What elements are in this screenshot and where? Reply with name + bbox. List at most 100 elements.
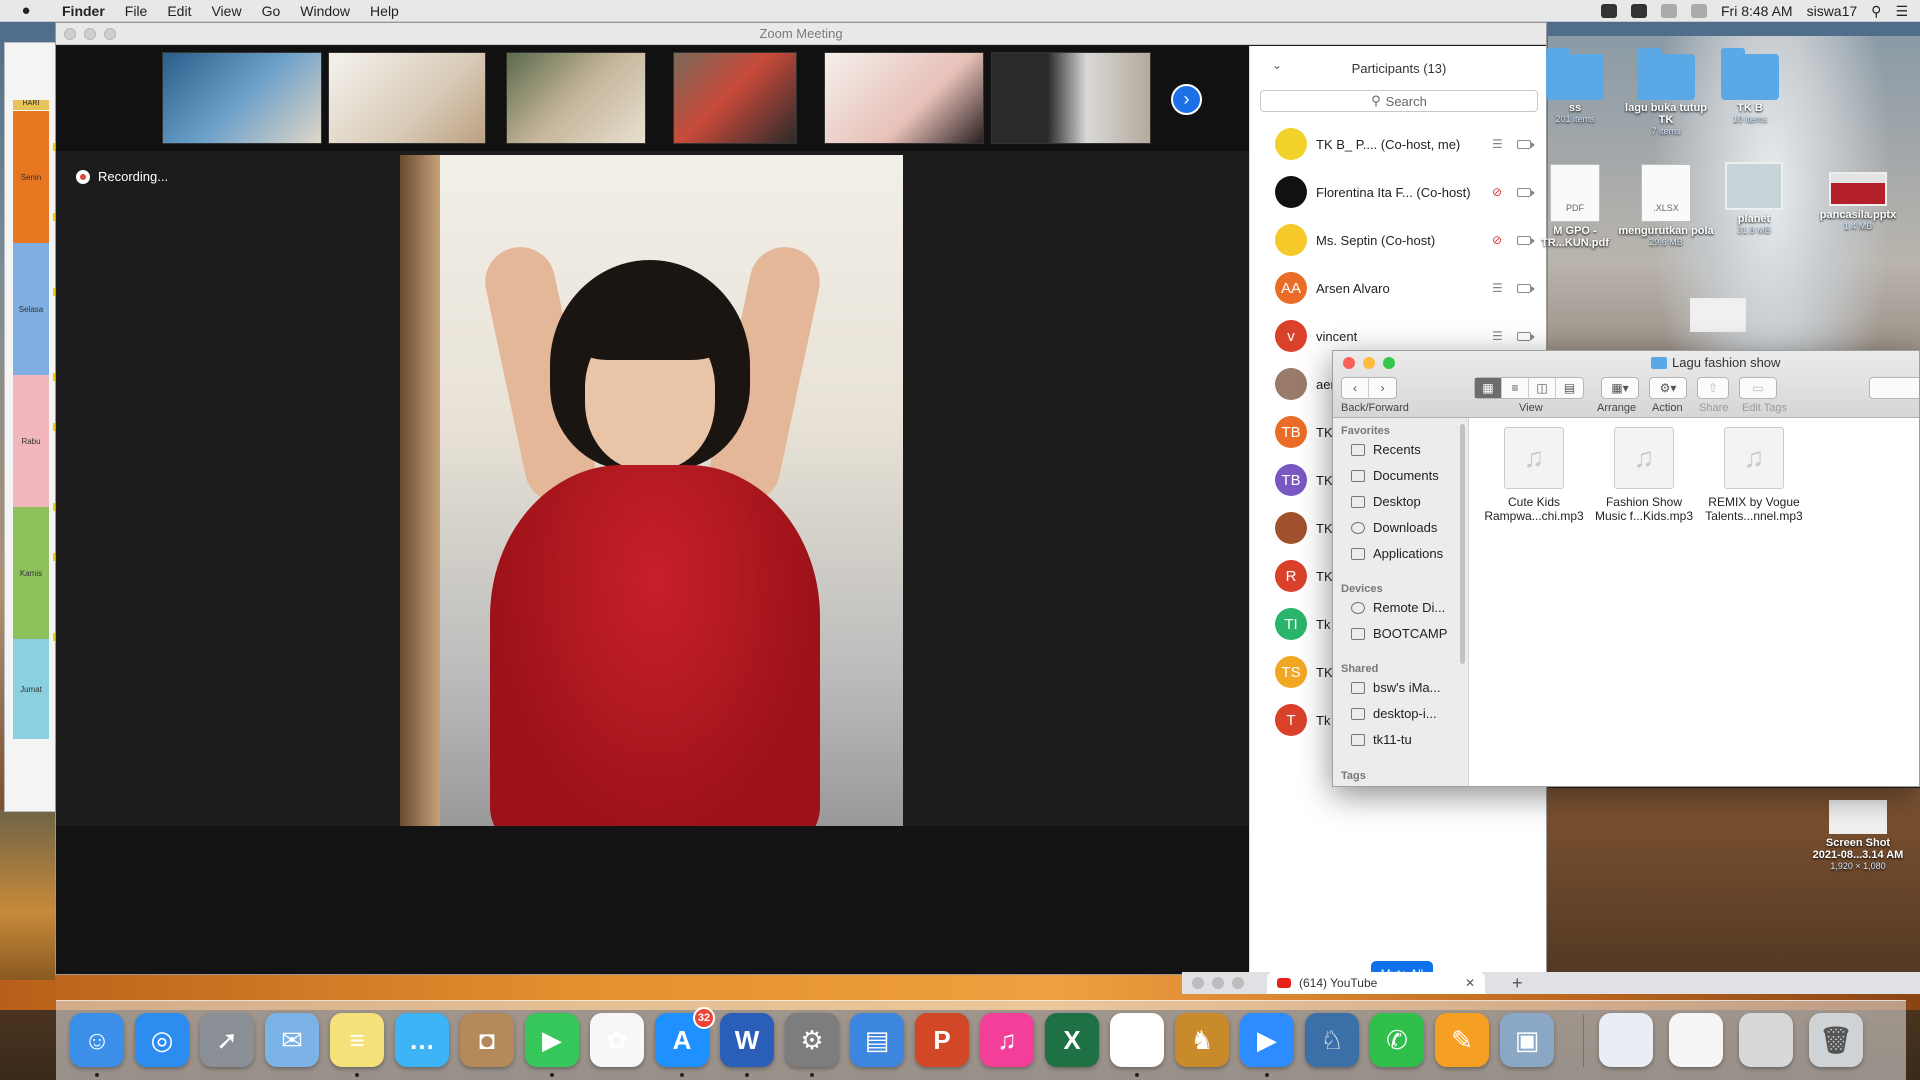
zoom-button[interactable] — [104, 28, 116, 40]
dock-messages-icon[interactable]: … — [395, 1013, 449, 1067]
dock-chrome-icon[interactable]: ◉ — [1110, 1013, 1164, 1067]
new-tab-button[interactable]: + — [1512, 973, 1523, 994]
video-thumbnail[interactable] — [506, 52, 646, 144]
participant-row[interactable]: Ms. Septin (Co-host) ⊘ — [1250, 216, 1546, 264]
dock-notes-icon[interactable]: ≡ — [330, 1013, 384, 1067]
sidebar-item-bootcamp[interactable]: BOOTCAMP — [1351, 626, 1447, 641]
forward-button[interactable]: › — [1369, 378, 1396, 398]
menu-clock[interactable]: Fri 8:48 AM — [1721, 3, 1793, 19]
desktop-screenshot-thumb[interactable] — [1688, 298, 1748, 335]
dock-finder-icon[interactable]: ☺ — [70, 1013, 124, 1067]
menu-go[interactable]: Go — [252, 3, 291, 19]
sidebar-item-recents[interactable]: Recents — [1351, 442, 1421, 457]
dock-lion-app-icon[interactable]: ♞ — [1175, 1013, 1229, 1067]
close-button[interactable] — [1343, 357, 1355, 369]
dock-documents-stack[interactable] — [1669, 1013, 1723, 1067]
dock-excel-icon[interactable]: X — [1045, 1013, 1099, 1067]
finder-window[interactable]: Lagu fashion show ‹ › Back/Forward ▦ ≡ ◫… — [1332, 350, 1920, 787]
dock-safari-icon[interactable]: ◎ — [135, 1013, 189, 1067]
recording-indicator[interactable]: Recording... — [76, 169, 168, 184]
zoom-status-icon[interactable] — [1600, 4, 1617, 18]
action-button[interactable]: ⚙▾ — [1649, 377, 1687, 399]
video-thumbnail[interactable] — [328, 52, 486, 144]
menu-file[interactable]: File — [115, 3, 158, 19]
zoom-button[interactable] — [1232, 977, 1244, 989]
zoom-titlebar[interactable]: Zoom Meeting — [56, 23, 1546, 45]
desktop-folder-tkb[interactable]: TK B 10 items — [1702, 48, 1798, 124]
file-item[interactable]: ♫ Fashion Show Music f...Kids.mp3 — [1589, 427, 1699, 523]
apple-menu-icon[interactable]: ● — [0, 2, 52, 19]
menu-user[interactable]: siswa17 — [1807, 3, 1858, 19]
gallery-view-button[interactable]: ▤ — [1556, 378, 1583, 398]
dock-keynote-icon[interactable]: ▤ — [850, 1013, 904, 1067]
dock-minimized-window[interactable] — [1599, 1013, 1653, 1067]
sidebar-item-shared-imac[interactable]: bsw's iMa... — [1351, 680, 1441, 695]
spotlight-icon[interactable]: ⚲ — [1871, 3, 1881, 20]
share-button[interactable]: ⇧ — [1697, 377, 1729, 399]
notification-center-icon[interactable]: ☰ — [1895, 3, 1908, 20]
menu-window[interactable]: Window — [290, 3, 360, 19]
participant-row[interactable]: Florentina Ita F... (Co-host) ⊘ — [1250, 168, 1546, 216]
participant-row[interactable]: TK B_ P.... (Co-host, me) ☰ — [1250, 120, 1546, 168]
participants-search-input[interactable]: ⚲ Search — [1260, 90, 1538, 112]
minimize-button[interactable] — [1212, 977, 1224, 989]
dock-downloads-stack[interactable] — [1739, 1013, 1793, 1067]
desktop-folder-lagu[interactable]: lagu buka tutup TK 7 items — [1618, 48, 1714, 136]
desktop-file-xlsx[interactable]: .XLSX mengurutkan pola 29.6 MB — [1618, 164, 1714, 247]
sidebar-item-downloads[interactable]: Downloads — [1351, 520, 1437, 535]
desktop-folder-ss[interactable]: ss 201 items — [1527, 48, 1623, 124]
spreadsheet-window[interactable]: HARI Senin Selasa Rabu Kamis Jumat — [4, 42, 58, 812]
dock-facetime-alt-icon[interactable]: ✆ — [1370, 1013, 1424, 1067]
wifi-icon[interactable] — [1690, 4, 1707, 18]
desktop-file-screenshot[interactable]: Screen Shot 2021-08...3.14 AM 1,920 × 1,… — [1806, 800, 1910, 871]
close-button[interactable] — [64, 28, 76, 40]
video-thumbnail[interactable] — [991, 52, 1151, 144]
dock-word-icon[interactable]: W — [720, 1013, 774, 1067]
icon-view-button[interactable]: ▦ — [1475, 378, 1502, 398]
dock-system-preferences-icon[interactable]: ⚙ — [785, 1013, 839, 1067]
arrange-button[interactable]: ▦▾ — [1601, 377, 1639, 399]
edit-tags-button[interactable]: ▭ — [1739, 377, 1777, 399]
sidebar-item-shared-desktop[interactable]: desktop-i... — [1351, 706, 1437, 721]
dock-giraffe-app-icon[interactable]: ♘ — [1305, 1013, 1359, 1067]
menu-edit[interactable]: Edit — [157, 3, 201, 19]
column-view-button[interactable]: ◫ — [1529, 378, 1556, 398]
video-thumbnail[interactable] — [673, 52, 797, 144]
sidebar-item-applications[interactable]: Applications — [1351, 546, 1443, 561]
dock-launchpad-icon[interactable]: ➚ — [200, 1013, 254, 1067]
video-thumbnail[interactable] — [162, 52, 322, 144]
close-tab-button[interactable]: ✕ — [1465, 976, 1475, 990]
dock-powerpoint-icon[interactable]: P — [915, 1013, 969, 1067]
browser-tab-youtube[interactable]: (614) YouTube ✕ — [1267, 972, 1485, 994]
dock-app-store-icon[interactable]: A 32 — [655, 1007, 715, 1067]
sidebar-item-desktop[interactable]: Desktop — [1351, 494, 1421, 509]
minimize-button[interactable] — [1363, 357, 1375, 369]
sidebar-item-documents[interactable]: Documents — [1351, 468, 1439, 483]
participant-row[interactable]: AA Arsen Alvaro ☰ — [1250, 264, 1546, 312]
next-page-button[interactable]: › — [1171, 84, 1202, 115]
video-thumbnail[interactable] — [824, 52, 984, 144]
active-speaker-video[interactable] — [400, 155, 903, 826]
dock-mail-icon[interactable]: ✉ — [265, 1013, 319, 1067]
dock-facetime-icon[interactable]: ▶ — [525, 1013, 579, 1067]
desktop-file-pptx[interactable]: pancasila.pptx 1.4 MB — [1810, 172, 1906, 231]
back-button[interactable]: ‹ — [1342, 378, 1369, 398]
desktop-file-planet[interactable]: planet 31.8 MB — [1706, 162, 1802, 235]
desktop-file-pdf[interactable]: PDF M GPO - TR...KUN.pdf — [1527, 164, 1623, 249]
menu-app-name[interactable]: Finder — [52, 3, 115, 19]
file-item[interactable]: ♫ REMIX by Vogue Talents...nnel.mp3 — [1699, 427, 1809, 523]
dock-pages-icon[interactable]: ✎ — [1435, 1013, 1489, 1067]
chevron-down-icon[interactable]: ⌄ — [1272, 58, 1282, 72]
feather-status-icon[interactable] — [1660, 4, 1677, 18]
sidebar-item-remote-disc[interactable]: Remote Di... — [1351, 600, 1445, 615]
evernote-status-icon[interactable] — [1630, 4, 1647, 18]
menu-view[interactable]: View — [201, 3, 251, 19]
trash-icon[interactable]: 🗑 — [1809, 1013, 1863, 1067]
file-item[interactable]: ♫ Cute Kids Rampwa...chi.mp3 — [1479, 427, 1589, 523]
sidebar-item-shared-tk11[interactable]: tk11-tu — [1351, 732, 1412, 747]
dock-contacts-icon[interactable]: ◘ — [460, 1013, 514, 1067]
close-button[interactable] — [1192, 977, 1204, 989]
menu-help[interactable]: Help — [360, 3, 409, 19]
dock-zoom-icon[interactable]: ▶ — [1240, 1013, 1294, 1067]
minimize-button[interactable] — [84, 28, 96, 40]
